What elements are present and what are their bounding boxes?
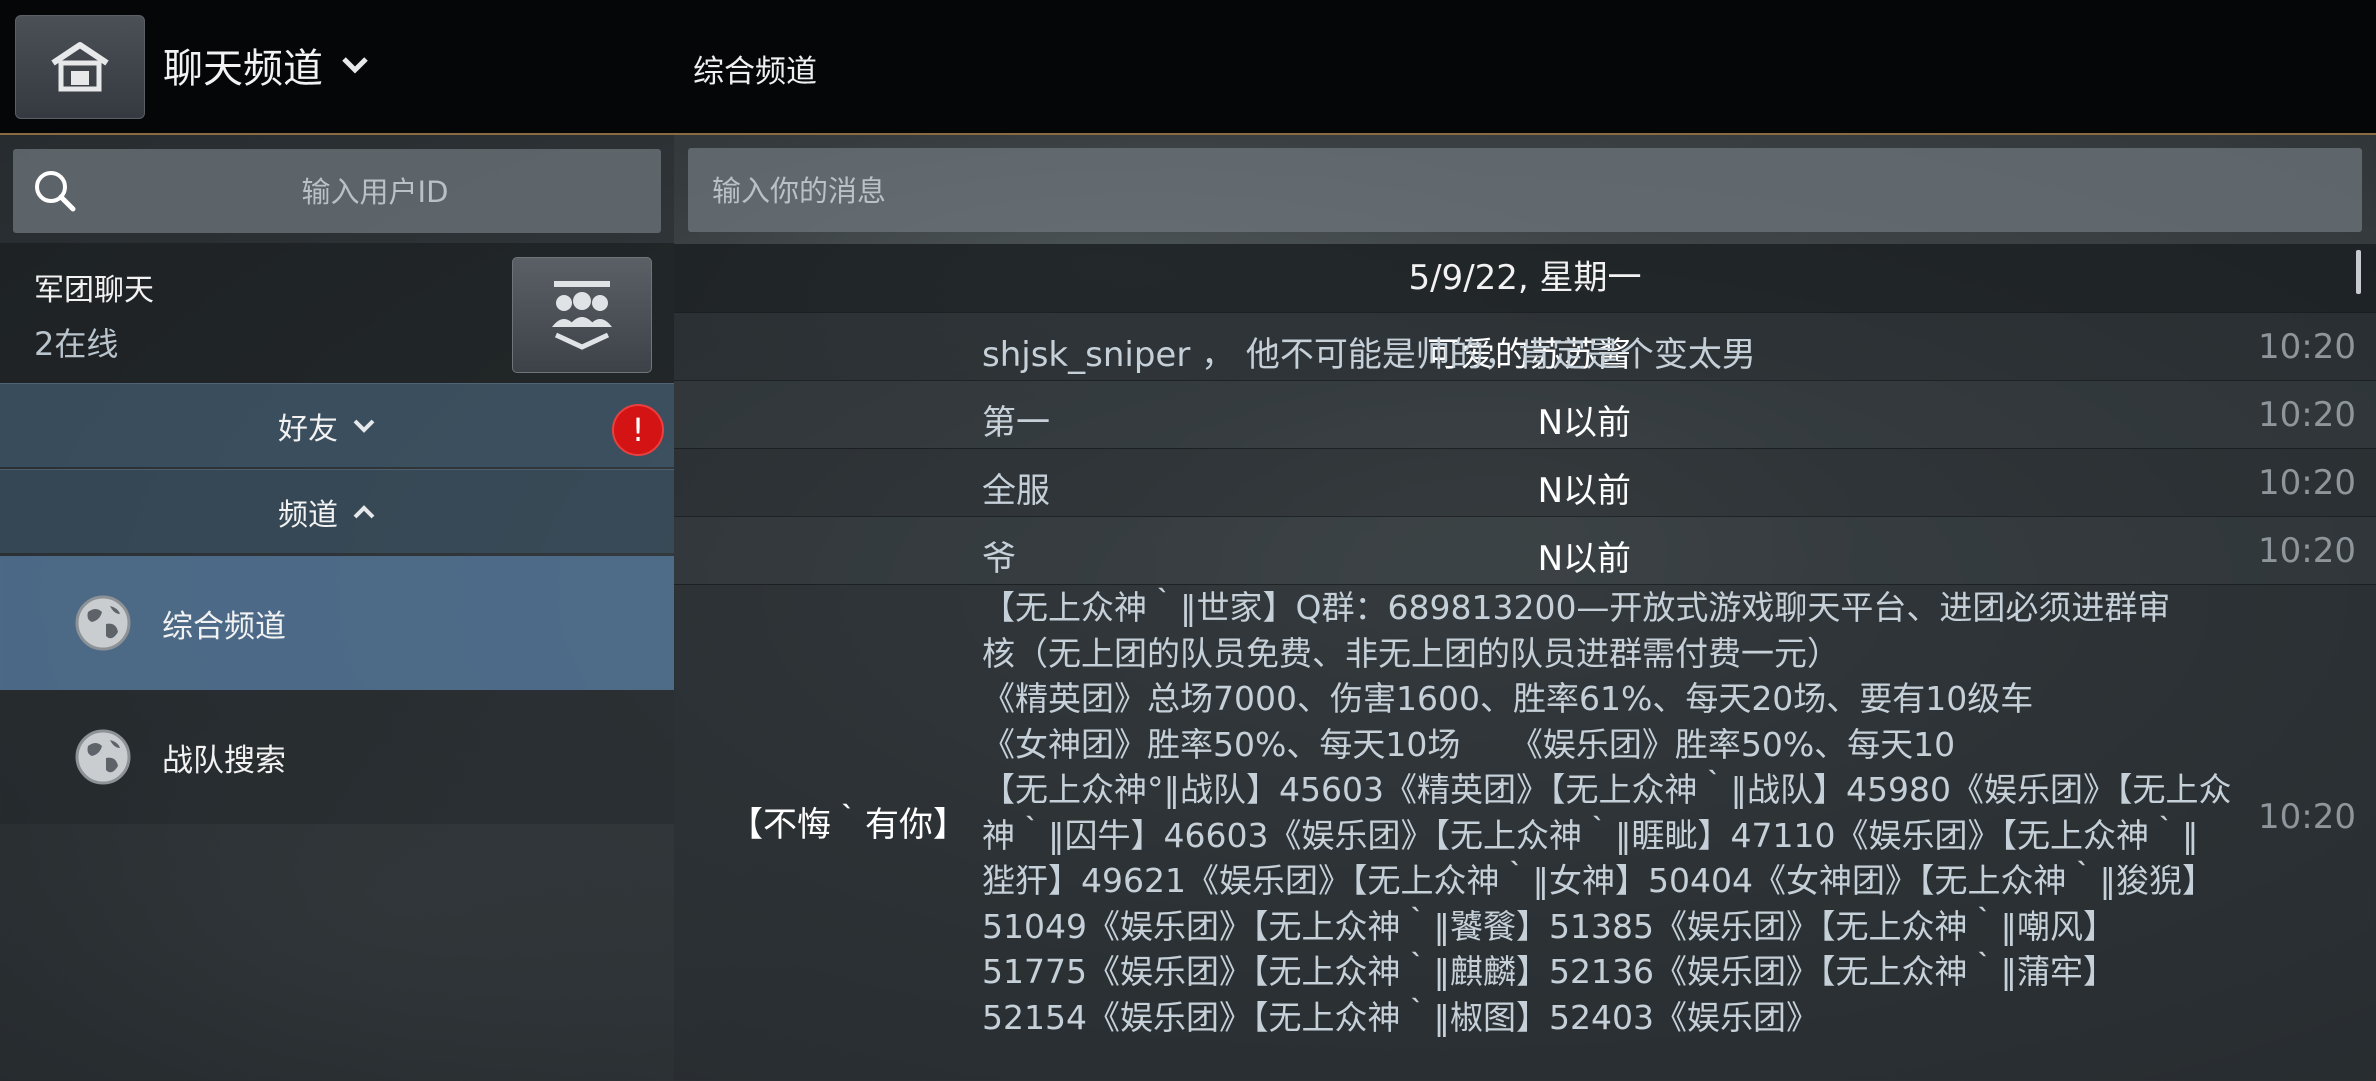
message-line: 《女神团》胜率50%、每天10场 《娱乐团》胜率50%、每天10 xyxy=(982,724,1956,764)
message-line: 51775《娱乐团》【无上众神｀‖麒麟】52136《娱乐团》【无上众神｀‖蒲牢】 xyxy=(982,952,2116,991)
chevron-down-icon xyxy=(342,57,368,74)
user-search[interactable] xyxy=(13,149,661,235)
chat-log[interactable]: 5/9/22, 星期一 可爱的苏苏酱 shjsk_sniper ， 他不可能是帅… xyxy=(674,244,2376,1081)
group-icon xyxy=(552,281,612,350)
message-text: 全服 xyxy=(982,471,1050,511)
channel-label: 战队搜索 xyxy=(162,742,286,779)
message-text: 爷 xyxy=(982,539,1016,579)
chat-message[interactable]: N以前 爷 10:20 xyxy=(674,516,2376,585)
notification-alert-icon: ! xyxy=(612,404,664,456)
friends-label: 好友 xyxy=(278,411,338,447)
channel-item-general[interactable]: 综合频道 xyxy=(0,556,674,690)
message-input[interactable] xyxy=(710,148,2344,234)
legion-members-button[interactable] xyxy=(512,257,652,373)
online-count: 2在线 xyxy=(34,325,119,363)
message-line: 神｀‖囚牛】46603《娱乐团》【无上众神｀‖睚眦】47110《娱乐团》【无上众… xyxy=(982,815,2199,855)
chat-message[interactable]: N以前 第一 10:20 xyxy=(674,380,2376,449)
user-id-input[interactable] xyxy=(103,149,647,235)
search-icon xyxy=(35,171,76,212)
message-text: 【无上众神｀‖世家】Q群：689813200—开放式游戏聊天平台、进团必须进群审… xyxy=(982,585,2231,1040)
channel-label: 综合频道 xyxy=(162,608,286,645)
page-title: 聊天频道 xyxy=(163,46,323,92)
message-line: 51049《娱乐团》【无上众神｀‖饕餮】51385《娱乐团》【无上众神｀‖嘲风】 xyxy=(982,906,2116,946)
message-text: shjsk_sniper ， 他不可能是帅的，肯定是个变太男 xyxy=(982,335,1756,375)
message-sender[interactable]: N以前 xyxy=(1231,395,1631,444)
globe-icon xyxy=(75,595,131,651)
channel-item-team-search[interactable]: 战队搜索 xyxy=(0,690,674,824)
message-line: 核（无上团的队员免费、非无上团的队员进群需付费一元） xyxy=(982,633,1840,673)
message-line: 【无上众神°‖战队】45603《精英团》【无上众神｀‖战队】45980《娱乐团》… xyxy=(982,770,2232,809)
current-channel-title: 综合频道 xyxy=(693,54,817,90)
message-line: 《精英团》总场7000、伤害1600、胜率61%、每天20场、要有10级车 xyxy=(982,679,2034,718)
message-sender[interactable]: N以前 xyxy=(1231,463,1631,512)
message-line: 52154《娱乐团》【无上众神｀‖椒图】52403《娱乐团》 xyxy=(982,997,1819,1037)
chat-message[interactable]: N以前 全服 10:20 xyxy=(674,448,2376,517)
message-line: 【无上众神｀‖世家】Q群：689813200—开放式游戏聊天平台、进团必须进群审 xyxy=(982,588,2171,627)
home-button[interactable] xyxy=(15,15,145,119)
chat-scrollbar[interactable] xyxy=(2356,250,2361,294)
date-divider: 5/9/22, 星期一 xyxy=(674,244,2376,312)
home-icon xyxy=(51,42,109,92)
message-time: 10:20 xyxy=(2258,395,2356,435)
globe-icon xyxy=(75,729,131,785)
chevron-down-icon xyxy=(353,419,375,433)
top-bar: 聊天频道 综合频道 xyxy=(0,0,2376,135)
legion-chat-label: 军团聊天 xyxy=(34,273,154,308)
chat-message[interactable]: 可爱的苏苏酱 shjsk_sniper ， 他不可能是帅的，肯定是个变太男 10… xyxy=(674,312,2376,381)
message-time: 10:20 xyxy=(2258,463,2356,503)
channels-label: 频道 xyxy=(278,497,338,533)
message-input-box[interactable] xyxy=(688,148,2362,234)
message-time: 10:20 xyxy=(2258,327,2356,367)
channels-section-toggle[interactable]: 频道 xyxy=(0,469,674,553)
chat-message-long[interactable]: 【不悔｀有你】 【无上众神｀‖世家】Q群：689813200—开放式游戏聊天平台… xyxy=(674,584,2376,1081)
message-time: 10:20 xyxy=(2258,797,2356,837)
message-sender[interactable]: N以前 xyxy=(1231,531,1631,580)
left-panel: 军团聊天 2在线 好友 ! 频道 综合频道 xyxy=(0,135,674,1080)
chat-channel-dropdown[interactable]: 聊天频道 xyxy=(163,36,369,94)
message-text: 第一 xyxy=(982,403,1050,443)
chevron-up-icon xyxy=(353,504,375,518)
friends-section-toggle[interactable]: 好友 ! xyxy=(0,383,674,467)
message-time: 10:20 xyxy=(2258,531,2356,571)
message-line: 狴犴】49621《娱乐团》【无上众神｀‖女神】50404《女神团》【无上众神｀‖… xyxy=(982,861,2215,900)
